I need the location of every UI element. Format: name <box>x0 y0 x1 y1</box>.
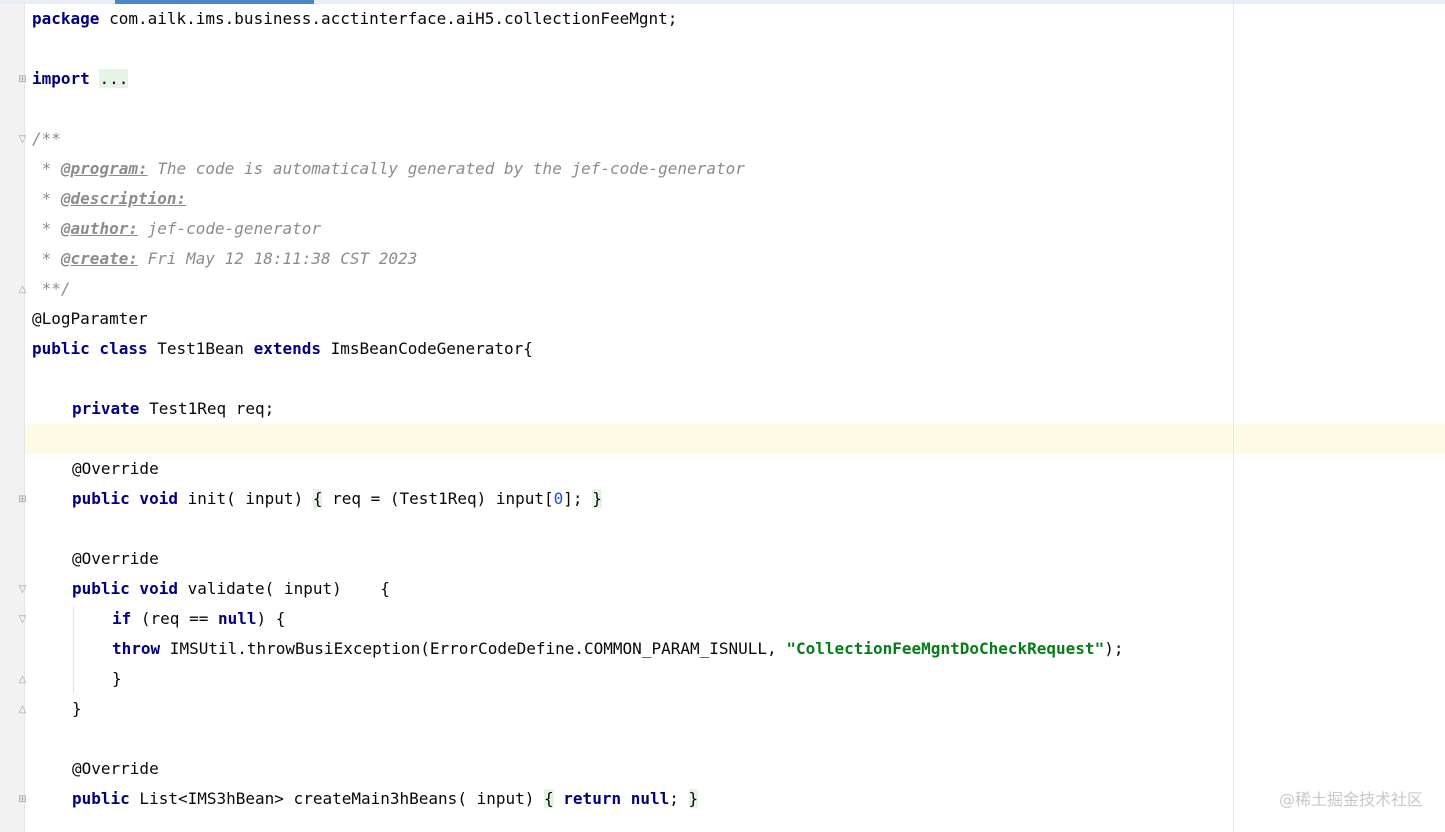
fold-collapse-icon[interactable]: ▽ <box>17 614 28 625</box>
comment-prefix: * <box>32 219 61 238</box>
keyword-null: null <box>217 609 257 628</box>
code-line-import[interactable]: import ... <box>32 64 129 94</box>
comment-prefix: * <box>32 159 61 178</box>
code-line-validate[interactable]: public void validate( input) { <box>72 574 390 604</box>
package-name: com.ailk.ims.business.acctinterface.aiH5… <box>99 9 678 28</box>
method-body-end: ]; <box>563 489 593 508</box>
throw-call-end: ); <box>1104 639 1124 658</box>
folded-imports[interactable]: ... <box>99 69 129 88</box>
method-signature: init( input) <box>177 489 313 508</box>
keyword-import: import <box>32 69 90 88</box>
method-signature: List<IMS3hBean> createMain3hBeans( input… <box>129 789 545 808</box>
annotation-override[interactable]: @Override <box>72 754 159 784</box>
keyword-public-class: public class <box>32 339 148 358</box>
watermark-text: @稀土掘金技术社区 <box>1278 790 1423 809</box>
comment-description: * @description: <box>32 184 187 214</box>
keyword-public-void: public void <box>72 489 178 508</box>
keyword-extends: extends <box>253 339 321 358</box>
comment-author: * @author: jef-code-generator <box>32 214 321 244</box>
annotation-logparamter[interactable]: @LogParamter <box>32 304 148 334</box>
current-line-highlight <box>0 424 1445 454</box>
keyword-private: private <box>72 399 140 418</box>
keyword-return: return <box>553 789 622 808</box>
doc-text-program: The code is automatically generated by t… <box>147 159 745 178</box>
fold-brace-open[interactable]: { <box>544 789 554 808</box>
fold-expand-icon[interactable]: ⊞ <box>17 74 28 85</box>
doc-tag-author: @author: <box>60 219 138 238</box>
fold-end-icon[interactable]: △ <box>17 704 28 715</box>
code-line-class-decl[interactable]: public class Test1Bean extends ImsBeanCo… <box>32 334 533 364</box>
field-decl: Test1Req req; <box>139 399 275 418</box>
condition-end: ) { <box>256 609 286 628</box>
doc-tag-create: @create: <box>60 249 138 268</box>
fold-collapse-icon[interactable]: ▽ <box>17 134 28 145</box>
class-name: Test1Bean <box>147 339 254 358</box>
closing-brace-if[interactable]: } <box>112 664 122 694</box>
doc-tag-description: @description: <box>60 189 187 208</box>
doc-text-create: Fri May 12 18:11:38 CST 2023 <box>137 249 418 268</box>
code-line-if[interactable]: if (req == null) { <box>112 604 285 634</box>
code-line-throw[interactable]: throw IMSUtil.throwBusiException(ErrorCo… <box>112 634 1123 664</box>
superclass-name: ImsBeanCodeGenerator{ <box>321 339 533 358</box>
code-line-init[interactable]: public void init( input) { req = (Test1R… <box>72 484 602 514</box>
doc-text-author: jef-code-generator <box>137 219 321 238</box>
fold-expand-icon[interactable]: ⊞ <box>17 494 28 505</box>
code-line-createmain[interactable]: public List<IMS3hBean> createMain3hBeans… <box>72 784 699 814</box>
annotation-override[interactable]: @Override <box>72 544 159 574</box>
annotation-override[interactable]: @Override <box>72 454 159 484</box>
comment-create: * @create: Fri May 12 18:11:38 CST 2023 <box>32 244 418 274</box>
keyword-package: package <box>32 9 100 28</box>
keyword-throw: throw <box>112 639 161 658</box>
closing-brace-method[interactable]: } <box>72 694 82 724</box>
keyword-if: if <box>112 609 132 628</box>
fold-brace-close[interactable]: } <box>592 489 602 508</box>
method-body: req = (Test1Req) input[ <box>322 489 554 508</box>
doc-tag-program: @program: <box>60 159 148 178</box>
method-signature: validate( input) { <box>177 579 390 598</box>
keyword-null: null <box>621 789 670 808</box>
string-literal: "CollectionFeeMgntDoCheckRequest" <box>786 639 1105 658</box>
code-line-field[interactable]: private Test1Req req; <box>72 394 274 424</box>
comment-program: * @program: The code is automatically ge… <box>32 154 745 184</box>
throw-call: IMSUtil.throwBusiException(ErrorCodeDefi… <box>160 639 787 658</box>
fold-end-icon[interactable]: △ <box>17 284 28 295</box>
fold-collapse-icon[interactable]: ▽ <box>17 584 28 595</box>
comment-close: **/ <box>32 279 71 298</box>
comment-prefix: * <box>32 189 61 208</box>
right-margin-guide <box>1233 0 1234 832</box>
comment-prefix: * <box>32 249 61 268</box>
condition-start: (req == <box>131 609 218 628</box>
fold-expand-icon[interactable]: ⊞ <box>17 794 28 805</box>
keyword-public-void: public void <box>72 579 178 598</box>
fold-brace-close[interactable]: } <box>688 789 699 808</box>
keyword-public: public <box>72 789 130 808</box>
indent-guide <box>73 607 74 693</box>
code-line-package[interactable]: package com.ailk.ims.business.acctinterf… <box>32 4 677 34</box>
statement-end: ; <box>669 789 689 808</box>
number-literal: 0 <box>553 489 564 508</box>
comment-open: /** <box>32 129 61 148</box>
fold-end-icon[interactable]: △ <box>17 674 28 685</box>
